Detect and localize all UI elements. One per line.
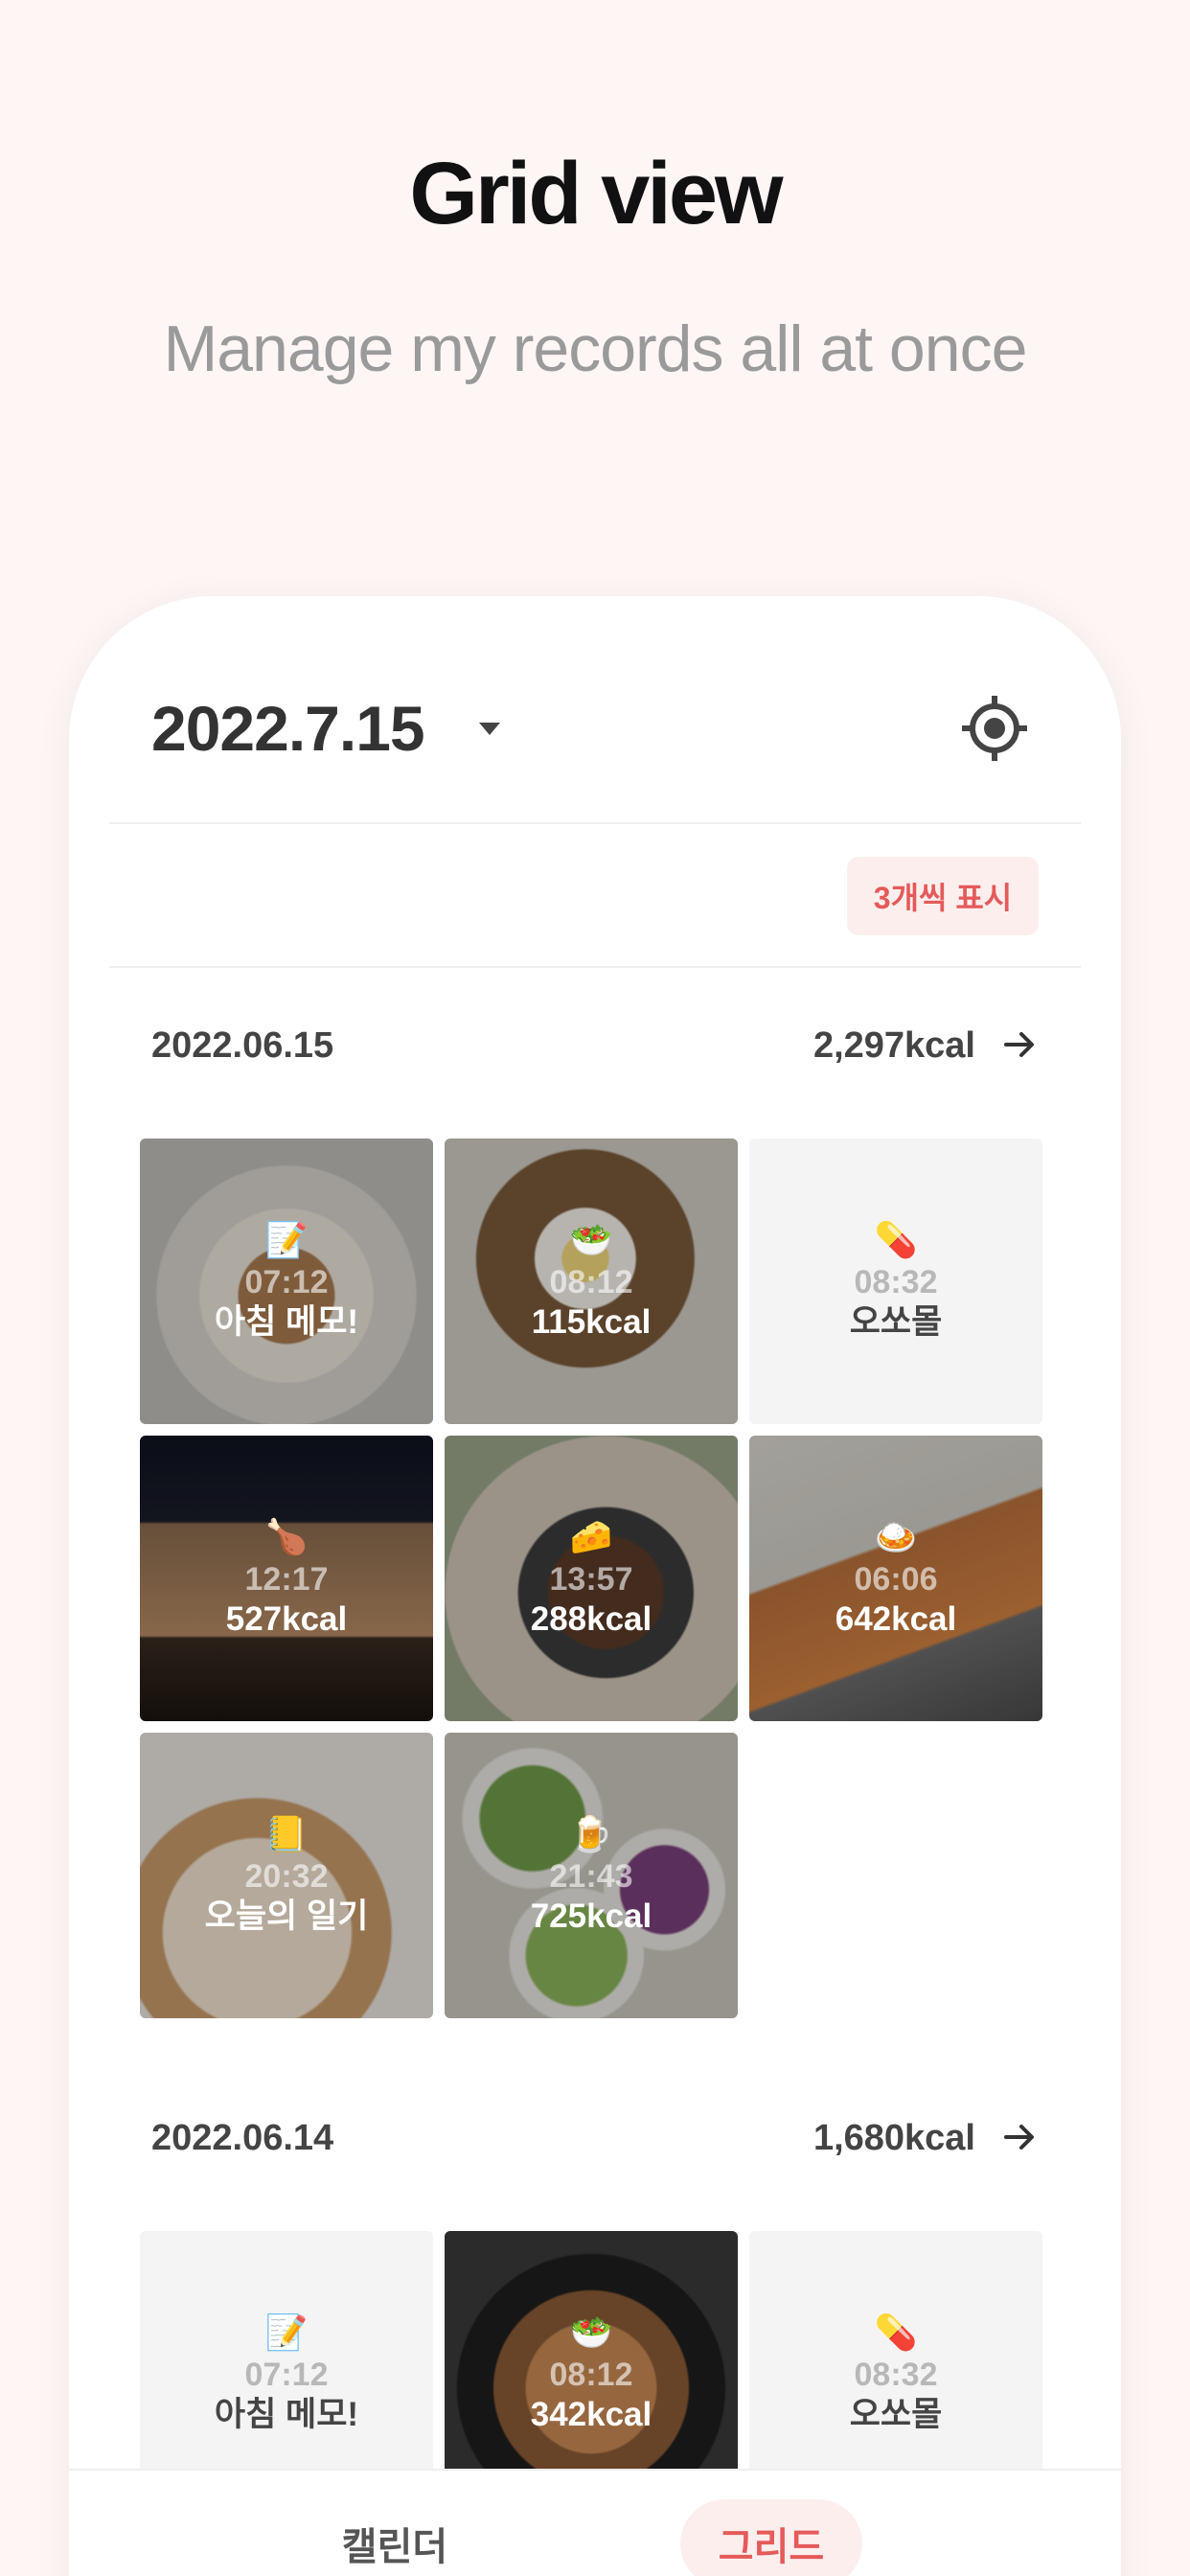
salad-icon: 🥗 [569,1220,613,1259]
arrow-right-icon[interactable] [1000,1025,1039,1064]
record-tile[interactable]: 🍛 06:06 642kcal [749,1436,1042,1721]
record-label: 아침 메모! [214,2396,359,2433]
day-date: 2022.06.15 [151,1025,334,1066]
record-label: 오늘의 일기 [204,1898,369,1935]
record-tile[interactable]: 🍗 12:17 527kcal [140,1436,433,1721]
record-label: 115kcal [531,1303,652,1341]
record-tile[interactable]: 📝 07:12 아침 메모! [140,1138,433,1424]
record-label: 오쏘몰 [849,1303,943,1341]
record-tile[interactable]: 📒 20:32 오늘의 일기 [140,1733,433,2018]
record-time: 08:12 [549,2357,633,2393]
record-label: 642kcal [835,1600,957,1638]
items-per-row-button[interactable]: 3개씩 표시 [847,857,1039,935]
record-time: 06:06 [854,1561,938,1598]
record-time: 07:12 [244,1264,329,1300]
target-icon[interactable] [962,696,1027,761]
day-header[interactable]: 2022.06.14 1,680kcal [151,2110,1039,2168]
arrow-right-icon[interactable] [1000,2118,1039,2156]
record-label: 오쏘몰 [849,2396,943,2433]
hero-title: Grid view [409,145,783,242]
app-header: 2022.7.15 [69,596,1121,824]
memo-icon: 📝 [264,2312,309,2352]
tab-calendar[interactable]: 캘린더 [309,2499,481,2576]
record-label: 725kcal [530,1898,652,1935]
phone-frame: 2022.7.15 3개씩 표시 2022.06.15 2,297kcal 📝 … [69,596,1121,2576]
pill-icon: 💊 [874,2312,918,2352]
record-time: 20:32 [244,1858,329,1895]
divider [109,822,1081,824]
record-label: 527kcal [225,1600,348,1638]
pill-icon: 💊 [874,1220,918,1259]
memo-icon: 📝 [264,1220,309,1259]
record-tile[interactable]: 🍺 21:43 725kcal [445,1733,738,2018]
day-header[interactable]: 2022.06.15 2,297kcal [151,1018,1039,1075]
record-time: 13:57 [549,1561,633,1598]
day-total-kcal: 1,680kcal [812,2118,975,2158]
notebook-icon: 📒 [264,1814,309,1853]
record-time: 12:17 [244,1561,329,1598]
record-label: 342kcal [530,2396,652,2433]
day-total-kcal: 2,297kcal [812,1025,975,1066]
cheese-icon: 🧀 [569,1517,613,1556]
caret-down-icon[interactable] [479,723,500,735]
curry-icon: 🍛 [874,1517,918,1556]
divider [109,966,1081,968]
record-time: 07:12 [244,2357,329,2393]
bottom-tab-bar: 캘린더 그리드 [69,2469,1121,2576]
chicken-icon: 🍗 [264,1517,309,1556]
record-time: 08:32 [854,1264,938,1300]
record-label: 아침 메모! [214,1303,359,1341]
record-tile[interactable]: 🥗 08:12 115kcal [445,1138,738,1424]
hero-subtitle: Manage my records all at once [163,312,1028,385]
record-time: 08:12 [549,1264,633,1300]
beer-icon: 🍺 [569,1814,613,1853]
salad-icon: 🥗 [569,2312,613,2352]
date-selector[interactable]: 2022.7.15 [151,692,425,765]
day-date: 2022.06.14 [151,2118,334,2158]
record-time: 08:32 [854,2357,938,2393]
record-tile[interactable]: 🧀 13:57 288kcal [445,1436,738,1721]
tab-grid[interactable]: 그리드 [680,2499,862,2576]
record-tile[interactable]: 💊 08:32 오쏘몰 [749,1138,1042,1424]
record-time: 21:43 [549,1858,633,1895]
record-label: 288kcal [530,1600,652,1638]
